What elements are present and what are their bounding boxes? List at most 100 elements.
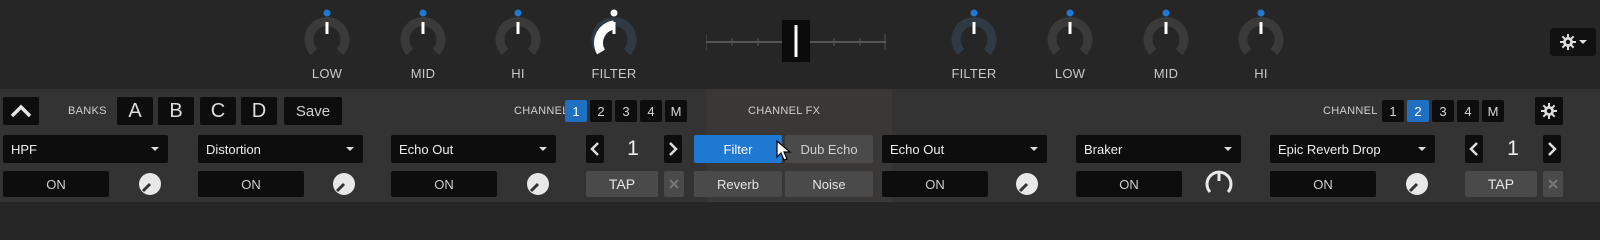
chevron-up-icon: [10, 104, 32, 118]
knob-mid-right[interactable]: MID: [1130, 8, 1202, 84]
reset-button[interactable]: [1543, 171, 1563, 197]
channel-fx-dub-echo-button[interactable]: Dub Echo: [785, 135, 873, 163]
channel-button-1[interactable]: 1: [1382, 100, 1404, 122]
knob-label: LOW: [311, 66, 343, 81]
channel-fx-filter-button[interactable]: Filter: [694, 135, 782, 163]
chevron-right-icon: [669, 142, 678, 156]
beats-decrease-button[interactable]: [1465, 135, 1483, 163]
channel-button-2[interactable]: 2: [590, 100, 612, 122]
knob-label: MID: [1153, 66, 1179, 81]
channel-fx-title: CHANNEL FX: [748, 105, 821, 117]
channel-label: CHANNEL: [1323, 105, 1378, 117]
chevron-down-icon: [1578, 40, 1587, 44]
fx-select-3[interactable]: Echo Out: [391, 135, 556, 163]
fx-on-button-5[interactable]: ON: [1076, 171, 1182, 197]
beats-decrease-button[interactable]: [586, 135, 604, 163]
close-icon: [669, 179, 679, 189]
knob-label: FILTER: [591, 66, 637, 81]
crossfader[interactable]: [706, 20, 886, 70]
channel-button-m[interactable]: M: [665, 100, 687, 122]
fx-level-knob-3[interactable]: [525, 171, 551, 197]
caret-down-icon: [1030, 147, 1038, 151]
fx-select-1[interactable]: HPF: [3, 135, 168, 163]
channel-label: CHANNEL: [514, 105, 569, 117]
knob-hi-right[interactable]: HI: [1225, 8, 1297, 84]
bank-button-d[interactable]: D: [241, 97, 277, 125]
fx-level-knob-4[interactable]: [1014, 171, 1040, 197]
channel-fx-noise-button[interactable]: Noise: [785, 171, 873, 197]
fx-on-button-2[interactable]: ON: [198, 171, 304, 197]
settings-menu-button[interactable]: [1550, 28, 1596, 56]
channel-button-3[interactable]: 3: [615, 100, 637, 122]
fx-select-2[interactable]: Distortion: [198, 135, 363, 163]
fx-on-button-4[interactable]: ON: [882, 171, 988, 197]
knob-label: FILTER: [951, 66, 997, 81]
save-button[interactable]: Save: [284, 97, 342, 125]
caret-down-icon: [539, 147, 547, 151]
eq-knob-icon: [495, 9, 541, 56]
chevron-left-icon: [590, 142, 599, 156]
knob-hi-left[interactable]: HI: [482, 8, 554, 84]
eq-knob-icon: [1047, 9, 1093, 56]
beats-increase-button[interactable]: [1543, 135, 1561, 163]
knob-filter-right[interactable]: FILTER: [938, 8, 1010, 84]
fx-select-value: Echo Out: [890, 141, 945, 157]
filter-knob-icon: [591, 9, 637, 56]
knob-label: LOW: [1054, 66, 1086, 81]
caret-down-icon: [1418, 147, 1426, 151]
banks-label: BANKS: [68, 105, 107, 117]
fx-level-knob-2[interactable]: [331, 171, 357, 197]
eq-knob-icon: [1143, 9, 1189, 56]
beats-value: 1: [627, 137, 639, 160]
fx-on-button-3[interactable]: ON: [391, 171, 497, 197]
fx-select-value: Braker: [1084, 141, 1123, 157]
fx-select-4[interactable]: Echo Out: [882, 135, 1047, 163]
eq-knob-icon: [304, 9, 350, 56]
knob-filter-left[interactable]: FILTER: [578, 8, 650, 84]
knob-mid-left[interactable]: MID: [387, 8, 459, 84]
knob-low-right[interactable]: LOW: [1034, 8, 1106, 84]
fx-select-5[interactable]: Braker: [1076, 135, 1241, 163]
channel-button-1[interactable]: 1: [565, 100, 587, 122]
channel-button-3[interactable]: 3: [1432, 100, 1454, 122]
chevron-left-icon: [1469, 142, 1478, 156]
beats-increase-button[interactable]: [664, 135, 682, 163]
reset-button[interactable]: [664, 171, 684, 197]
tap-button[interactable]: TAP: [1465, 171, 1537, 197]
fx-select-value: Epic Reverb Drop: [1278, 141, 1381, 157]
fx-level-knob-6[interactable]: [1404, 171, 1430, 197]
bank-button-b[interactable]: B: [158, 97, 194, 125]
knob-label: HI: [1254, 66, 1268, 81]
gear-icon: [1559, 34, 1576, 50]
channel-button-4[interactable]: 4: [1457, 100, 1479, 122]
close-icon: [1548, 179, 1558, 189]
fx-on-button-6[interactable]: ON: [1270, 171, 1376, 197]
bank-button-c[interactable]: C: [200, 97, 236, 125]
caret-down-icon: [346, 147, 354, 151]
collapse-button[interactable]: [3, 97, 39, 125]
fx-select-value: HPF: [11, 141, 37, 157]
fx-section: BANKS A B C D Save CHANNEL 1 2 3 4 M HPF…: [0, 89, 1600, 202]
eq-knob-icon: [1238, 9, 1284, 56]
tap-button[interactable]: TAP: [586, 171, 658, 197]
filter-knob-icon: [951, 9, 997, 56]
chevron-right-icon: [1548, 142, 1557, 156]
caret-down-icon: [151, 147, 159, 151]
fx-level-knob-5[interactable]: [1204, 167, 1234, 197]
fx-select-value: Distortion: [206, 141, 261, 157]
gear-icon: [1541, 103, 1557, 119]
knob-label: MID: [410, 66, 436, 81]
channel-button-2[interactable]: 2: [1407, 100, 1429, 122]
bank-button-a[interactable]: A: [117, 97, 153, 125]
mouse-cursor-icon: [776, 140, 792, 161]
fx-on-button-1[interactable]: ON: [3, 171, 109, 197]
fx-select-6[interactable]: Epic Reverb Drop: [1270, 135, 1435, 163]
channel-fx-reverb-button[interactable]: Reverb: [694, 171, 782, 197]
fx-settings-button[interactable]: [1535, 97, 1563, 125]
channel-button-4[interactable]: 4: [640, 100, 662, 122]
knob-low-left[interactable]: LOW: [291, 8, 363, 84]
fx-level-knob-1[interactable]: [137, 171, 163, 197]
mixer-strip: LOW MID HI FILTER FILTER LOW MID HI: [0, 0, 1600, 88]
fx-select-value: Echo Out: [399, 141, 454, 157]
channel-button-m[interactable]: M: [1482, 100, 1504, 122]
